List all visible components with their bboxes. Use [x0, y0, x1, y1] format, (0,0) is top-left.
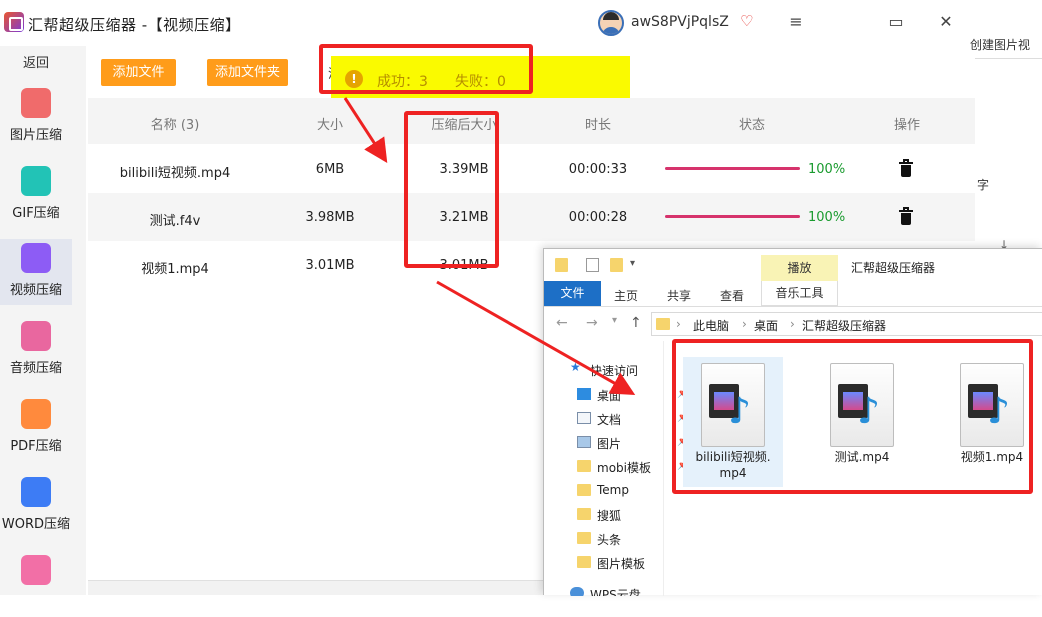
annotation-arrows — [343, 97, 636, 395]
arrow-compressed-to-files — [436, 280, 636, 395]
arrow-status-to-compressed — [343, 97, 388, 164]
